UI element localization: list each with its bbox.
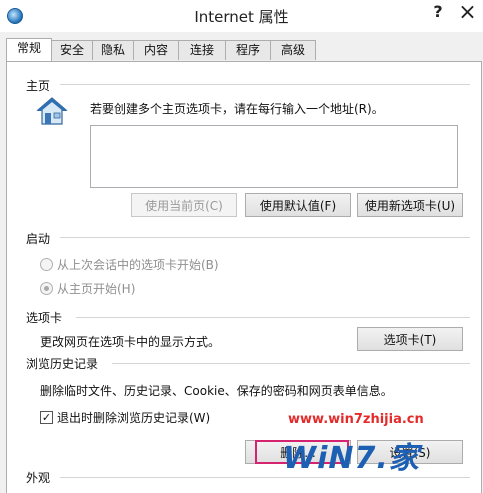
group-label-home: 主页 [26,77,57,94]
tabs-settings-button[interactable]: 选项卡(T) [357,327,463,351]
use-default-button[interactable]: 使用默认值(F) [245,193,351,217]
history-description: 删除临时文件、历史记录、Cookie、保存的密码和网页表单信息。 [40,384,393,398]
tab-security[interactable]: 安全 [51,40,93,60]
group-label-history: 浏览历史记录 [26,355,105,372]
tab-programs[interactable]: 程序 [225,40,271,60]
tabs-description: 更改网页在选项卡中的显示方式。 [40,335,221,349]
window-title: Internet 属性 [194,8,289,26]
home-icon [36,97,68,125]
radio-last-session-label: 从上次会话中的选项卡开始(B) [57,258,219,272]
group-divider-tabs [76,317,470,318]
radio-home-page[interactable] [40,282,53,295]
group-divider-history [112,363,470,364]
close-button[interactable]: × [452,0,483,28]
tab-general[interactable]: 常规 [6,38,52,61]
tab-advanced[interactable]: 高级 [270,40,316,60]
group-divider-home [60,84,470,85]
help-button[interactable]: ? [428,2,448,26]
tab-privacy[interactable]: 隐私 [92,40,134,60]
tab-connections[interactable]: 连接 [178,40,226,60]
delete-on-exit-checkbox[interactable]: ✓ [40,411,53,424]
watermark-url: www.win7zhijia.cn [288,412,424,427]
radio-home-page-label: 从主页开始(H) [57,282,136,296]
group-label-appearance: 外观 [26,469,57,486]
home-address-textarea[interactable] [90,125,458,188]
delete-on-exit-label: 退出时删除浏览历史记录(W) [57,411,211,425]
group-divider-appearance [60,477,470,478]
group-divider-startup [60,237,470,238]
radio-last-session[interactable] [40,258,53,271]
use-current-page-button[interactable]: 使用当前页(C) [131,193,237,217]
radio-selected-dot [44,286,49,291]
group-label-tabs: 选项卡 [26,309,69,326]
home-instruction-text: 若要创建多个主页选项卡，请在每行输入一个地址(R)。 [90,102,384,116]
group-label-startup: 启动 [26,230,57,247]
watermark-logo: WiN7.家 [283,441,420,476]
tab-content[interactable]: 内容 [133,40,179,60]
use-new-tab-button[interactable]: 使用新选项卡(U) [357,193,463,217]
title-bar: Internet 属性 ? × [0,0,483,32]
